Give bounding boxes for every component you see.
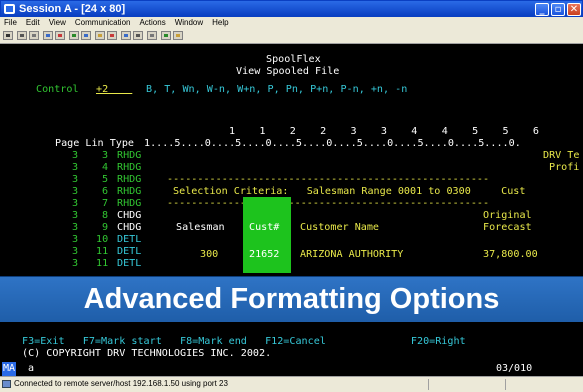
menu-communication[interactable]: Communication bbox=[75, 18, 131, 27]
window-titlebar[interactable]: Session A - [24 x 80] _ ▫ ✕ bbox=[0, 0, 583, 17]
minimize-button[interactable]: _ bbox=[535, 3, 549, 16]
salesman-header: Salesman bbox=[176, 222, 225, 233]
row-lin: 8 bbox=[102, 210, 109, 221]
receive-file-icon[interactable] bbox=[55, 31, 65, 40]
row-lin: 4 bbox=[102, 162, 109, 173]
customer-name-header: Customer Name bbox=[300, 222, 380, 233]
row-type: CHDG bbox=[117, 210, 142, 221]
row-type: RHDG bbox=[117, 174, 142, 185]
row-text: ----------------------------------------… bbox=[167, 198, 490, 209]
macro-record-icon[interactable] bbox=[107, 31, 117, 40]
row-page: 3 bbox=[72, 258, 79, 269]
cust-header: Cust# bbox=[249, 222, 280, 233]
row-page: 3 bbox=[72, 246, 79, 257]
color-map-icon[interactable] bbox=[95, 31, 105, 40]
display-icon[interactable] bbox=[69, 31, 79, 40]
forecast-header: Forecast bbox=[483, 222, 532, 233]
macro-play-icon[interactable] bbox=[121, 31, 131, 40]
paste-icon[interactable] bbox=[29, 31, 39, 40]
row-type: RHDG bbox=[117, 162, 142, 173]
control-label: Control bbox=[36, 84, 79, 95]
app-icon bbox=[4, 4, 15, 14]
row-type: RHDG bbox=[117, 150, 142, 161]
column-header: Page Lin Type bbox=[55, 138, 135, 149]
row-page: 3 bbox=[72, 198, 79, 209]
connection-icon bbox=[2, 380, 11, 388]
menu-help[interactable]: Help bbox=[212, 18, 228, 27]
row-type: CHDG bbox=[117, 222, 142, 233]
row-page: 3 bbox=[72, 150, 79, 161]
row-lin: 11 bbox=[96, 246, 109, 257]
menu-file[interactable]: File bbox=[4, 18, 17, 27]
row-type: DETL bbox=[117, 258, 142, 269]
row-lin: 3 bbox=[102, 150, 109, 161]
ruler-marks: 1....5....0....5....0....5....0....5....… bbox=[144, 138, 521, 149]
control-input[interactable]: +2 bbox=[96, 84, 108, 96]
window-title: Session A - [24 x 80] bbox=[19, 3, 126, 15]
close-button[interactable]: ✕ bbox=[567, 3, 581, 16]
forecast-value: 37,800.00 bbox=[483, 249, 538, 260]
row-text: ----------------------------------------… bbox=[167, 174, 490, 185]
keyboard-icon[interactable] bbox=[81, 31, 91, 40]
cust-column-highlight[interactable] bbox=[243, 197, 291, 273]
app-header-subtitle: View Spooled File bbox=[236, 66, 340, 77]
row-lin: 9 bbox=[102, 222, 109, 233]
control-options: B, T, Wn, W-n, W+n, P, Pn, P+n, P-n, +n,… bbox=[146, 84, 408, 95]
cursor-position: 03/010 bbox=[496, 363, 533, 374]
row-type: RHDG bbox=[117, 198, 142, 209]
ruler-tens: 1 1 2 2 3 3 4 4 5 5 6 bbox=[229, 126, 539, 137]
menu-actions[interactable]: Actions bbox=[139, 18, 165, 27]
send-file-icon[interactable] bbox=[43, 31, 53, 40]
session-indicator: a bbox=[28, 363, 35, 374]
salesman-value: 300 bbox=[200, 249, 219, 260]
status-bar: Connected to remote server/host 192.168.… bbox=[0, 376, 583, 392]
cust-value: 21652 bbox=[249, 249, 280, 260]
status-divider bbox=[428, 379, 429, 390]
row-lin: 10 bbox=[96, 234, 109, 245]
edit-pen-icon[interactable] bbox=[173, 31, 183, 40]
tools-icon[interactable] bbox=[147, 31, 157, 40]
row-lin: 5 bbox=[102, 174, 109, 185]
row-text: Profi bbox=[549, 162, 580, 173]
globe-icon[interactable] bbox=[161, 31, 171, 40]
menu-window[interactable]: Window bbox=[175, 18, 203, 27]
print-screen-icon[interactable] bbox=[3, 31, 13, 40]
row-page: 3 bbox=[72, 174, 79, 185]
row-page: 3 bbox=[72, 162, 79, 173]
status-divider bbox=[505, 379, 506, 390]
operator-info-area: MA a 03/010 bbox=[0, 362, 583, 376]
row-lin: 6 bbox=[102, 186, 109, 197]
row-page: 3 bbox=[72, 210, 79, 221]
row-page: 3 bbox=[72, 186, 79, 197]
feature-banner: Advanced Formatting Options bbox=[0, 276, 583, 322]
row-type: DETL bbox=[117, 246, 142, 257]
row-type: DETL bbox=[117, 234, 142, 245]
customer-name-value: ARIZONA AUTHORITY bbox=[300, 249, 404, 260]
mode-indicator: MA bbox=[2, 362, 17, 376]
row-page: 3 bbox=[72, 222, 79, 233]
row-text: DRV Te bbox=[543, 150, 580, 161]
row-page: 3 bbox=[72, 234, 79, 245]
copy-icon[interactable] bbox=[17, 31, 27, 40]
row-text: Selection Criteria: Salesman Range 0001 … bbox=[173, 186, 526, 197]
function-keys: F3=Exit F7=Mark start F8=Mark end F12=Ca… bbox=[22, 336, 466, 347]
app-header-title: SpoolFlex bbox=[266, 54, 321, 65]
row-text: Original bbox=[483, 210, 532, 221]
menu-bar: File Edit View Communication Actions Window He… bbox=[0, 17, 583, 29]
menu-view[interactable]: View bbox=[49, 18, 66, 27]
copyright-line: (C) COPYRIGHT DRV TECHNOLOGIES INC. 2002… bbox=[22, 348, 272, 359]
menu-edit[interactable]: Edit bbox=[26, 18, 40, 27]
row-type: RHDG bbox=[117, 186, 142, 197]
toolbar bbox=[0, 29, 583, 44]
row-lin: 11 bbox=[96, 258, 109, 269]
macro-stop-icon[interactable] bbox=[133, 31, 143, 40]
maximize-button[interactable]: ▫ bbox=[551, 3, 565, 16]
control-input-pad[interactable] bbox=[108, 84, 132, 96]
connection-status: Connected to remote server/host 192.168.… bbox=[14, 379, 228, 388]
row-lin: 7 bbox=[102, 198, 109, 209]
